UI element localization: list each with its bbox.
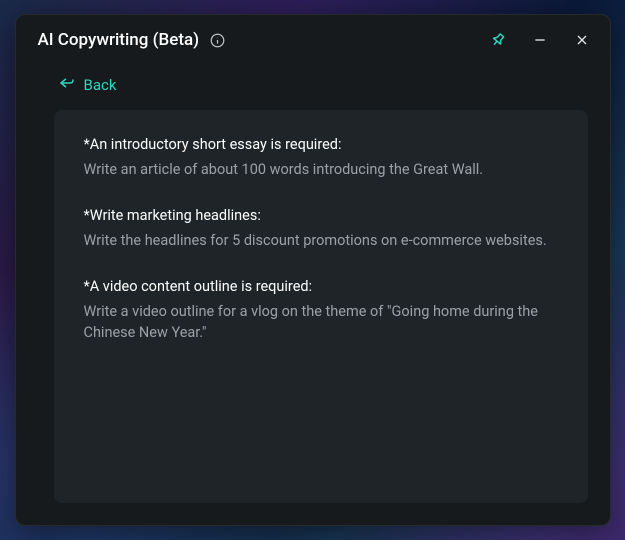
example-title: *An introductory short essay is required…: [84, 136, 558, 153]
example-item: *Write marketing headlines: Write the he…: [84, 207, 558, 252]
example-description: Write the headlines for 5 discount promo…: [84, 230, 558, 252]
app-window: AI Copywriting (Beta): [15, 14, 611, 526]
pin-button[interactable]: [488, 30, 508, 50]
back-label: Back: [84, 76, 117, 94]
back-arrow-icon: [58, 75, 76, 94]
example-item: *A video content outline is required: Wr…: [84, 278, 558, 345]
close-button[interactable]: [572, 30, 592, 50]
minimize-button[interactable]: [530, 30, 550, 50]
info-icon[interactable]: [209, 32, 225, 48]
titlebar: AI Copywriting (Beta): [16, 15, 610, 61]
example-title: *Write marketing headlines:: [84, 207, 558, 224]
back-button[interactable]: Back: [16, 61, 610, 110]
example-description: Write an article of about 100 words intr…: [84, 159, 558, 181]
example-title: *A video content outline is required:: [84, 278, 558, 295]
example-item: *An introductory short essay is required…: [84, 136, 558, 181]
examples-panel: *An introductory short essay is required…: [54, 110, 588, 503]
example-description: Write a video outline for a vlog on the …: [84, 301, 558, 345]
window-controls: [488, 30, 592, 50]
window-title: AI Copywriting (Beta): [38, 30, 200, 50]
